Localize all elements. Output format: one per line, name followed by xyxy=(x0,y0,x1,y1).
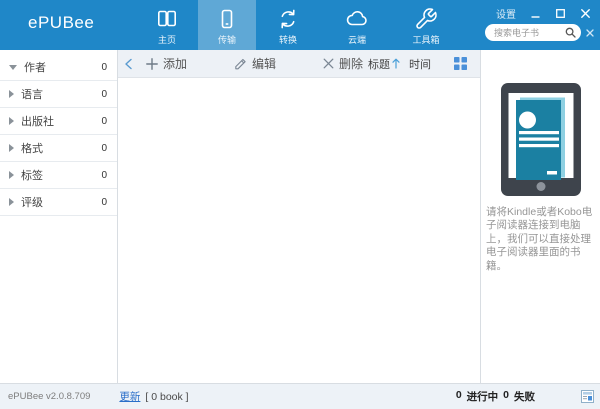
sidebar-item-label: 语言 xyxy=(21,89,43,101)
search-input[interactable] xyxy=(494,24,564,41)
sync-icon xyxy=(281,9,295,29)
chevron-right-icon xyxy=(9,171,14,179)
nav-tab-label: 主页 xyxy=(157,35,176,45)
ereader-illustration xyxy=(500,83,581,196)
nav-tab-convert[interactable]: 转换 xyxy=(259,0,317,50)
sidebar-item-count: 0 xyxy=(101,142,107,154)
close-button[interactable] xyxy=(579,8,591,20)
update-link[interactable]: 更新 xyxy=(119,389,140,404)
body: 作者 0 语言 0 出版社 0 格式 0 标签 0 评级 0 添加 编辑 删除 … xyxy=(0,50,600,383)
failed-count: 0 xyxy=(503,389,509,401)
delete-button-label: 删除 xyxy=(339,57,364,71)
edit-button[interactable]: 编辑 xyxy=(234,55,276,72)
sidebar-item-language[interactable]: 语言 0 xyxy=(0,81,117,108)
app-logo: ePUBee xyxy=(28,13,95,32)
sidebar-item-publisher[interactable]: 出版社 0 xyxy=(0,108,117,135)
chevron-left-icon xyxy=(125,58,132,69)
app-window: ePUBee 主页 传输 转换 云端 工具箱 设置 搜索电子书 作者 0 语言 … xyxy=(0,0,600,409)
sort-time-label: 时间 xyxy=(409,58,431,71)
status-bar: ePUBee v2.0.8.709 更新 [ 0 book ] 0 进行中 0 … xyxy=(0,383,600,409)
sidebar-item-tags[interactable]: 标签 0 xyxy=(0,162,117,189)
nav-tab-label: 云端 xyxy=(347,35,366,45)
nav-tab-home[interactable]: 主页 xyxy=(138,0,196,50)
header: ePUBee 主页 传输 转换 云端 工具箱 设置 搜索电子书 xyxy=(0,0,600,50)
add-button-label: 添加 xyxy=(163,57,188,71)
chevron-right-icon xyxy=(9,117,14,125)
minimize-icon xyxy=(531,15,539,18)
chevron-down-icon xyxy=(9,64,17,70)
sidebar: 作者 0 语言 0 出版社 0 格式 0 标签 0 评级 0 xyxy=(0,50,118,383)
search-area xyxy=(485,24,594,41)
clear-search-icon[interactable] xyxy=(586,28,594,37)
sort-by-time-button[interactable]: 时间 xyxy=(409,56,431,72)
sidebar-item-author[interactable]: 作者 0 xyxy=(0,54,117,81)
nav-tab-transfer[interactable]: 传输 xyxy=(198,0,256,50)
sidebar-item-count: 0 xyxy=(101,196,107,208)
grid-view-icon[interactable] xyxy=(454,57,467,70)
chevron-right-icon xyxy=(9,90,14,98)
sidebar-item-label: 作者 xyxy=(24,62,46,74)
sort-title-label: 标题 xyxy=(368,58,390,71)
task-log-icon[interactable] xyxy=(581,390,594,403)
nav-tab-label: 传输 xyxy=(217,35,236,45)
minimize-button[interactable] xyxy=(529,8,541,20)
sidebar-item-count: 0 xyxy=(101,88,107,100)
device-hint-text: 请将Kindle或者Kobo电子阅读器连接到电脑上，我们可以直接处理电子阅读器里… xyxy=(486,206,593,272)
in-progress-count: 0 xyxy=(455,389,462,401)
edit-button-label: 编辑 xyxy=(252,57,277,71)
sidebar-item-label: 标签 xyxy=(21,170,43,182)
collapse-sidebar-button[interactable] xyxy=(124,58,133,70)
pencil-icon xyxy=(235,58,246,70)
sidebar-item-count: 0 xyxy=(101,169,107,181)
nav-tab-cloud[interactable]: 云端 xyxy=(328,0,386,50)
chevron-right-icon xyxy=(9,144,14,152)
task-status: 0 进行中 0 失败 xyxy=(456,389,535,404)
arrow-up-icon xyxy=(392,58,400,69)
wrench-icon xyxy=(416,8,437,29)
plus-icon xyxy=(146,57,158,70)
add-button[interactable]: 添加 xyxy=(146,55,187,72)
in-progress-label: 进行中 xyxy=(466,391,499,403)
close-icon xyxy=(580,9,590,18)
cloud-icon xyxy=(346,11,367,26)
sidebar-item-label: 格式 xyxy=(21,143,43,155)
book-list-area xyxy=(118,78,480,383)
search-icon[interactable] xyxy=(565,27,576,38)
toolbar-sort-group: 标题 时间 xyxy=(368,56,467,72)
sidebar-item-count: 0 xyxy=(101,61,107,73)
search-box xyxy=(485,24,581,41)
sidebar-item-count: 0 xyxy=(101,115,107,127)
nav-tab-toolbox[interactable]: 工具箱 xyxy=(397,0,455,50)
x-icon xyxy=(323,58,334,69)
toolbar: 添加 编辑 删除 标题 时间 xyxy=(118,50,480,78)
maximize-icon xyxy=(555,9,565,18)
sidebar-item-label: 出版社 xyxy=(21,116,54,128)
sidebar-item-rating[interactable]: 评级 0 xyxy=(0,189,117,216)
delete-button[interactable]: 删除 xyxy=(323,55,363,72)
nav-tab-label: 工具箱 xyxy=(412,35,440,45)
nav-tab-label: 转换 xyxy=(278,35,297,45)
window-controls: 设置 xyxy=(496,6,591,21)
smartphone-icon xyxy=(221,9,233,29)
sidebar-item-label: 评级 xyxy=(21,197,43,209)
failed-label: 失败 xyxy=(514,391,535,403)
settings-button[interactable]: 设置 xyxy=(496,6,516,21)
sort-by-title-button[interactable]: 标题 xyxy=(368,56,400,72)
maximize-button[interactable] xyxy=(554,8,566,20)
version-text: ePUBee v2.0.8.709 xyxy=(8,391,91,402)
book-icon xyxy=(157,10,177,27)
chevron-right-icon xyxy=(9,198,14,206)
main-area: 添加 编辑 删除 标题 时间 xyxy=(118,50,480,383)
device-panel: 请将Kindle或者Kobo电子阅读器连接到电脑上，我们可以直接处理电子阅读器里… xyxy=(480,50,600,383)
sidebar-item-format[interactable]: 格式 0 xyxy=(0,135,117,162)
book-count-text: [ 0 book ] xyxy=(145,390,189,403)
